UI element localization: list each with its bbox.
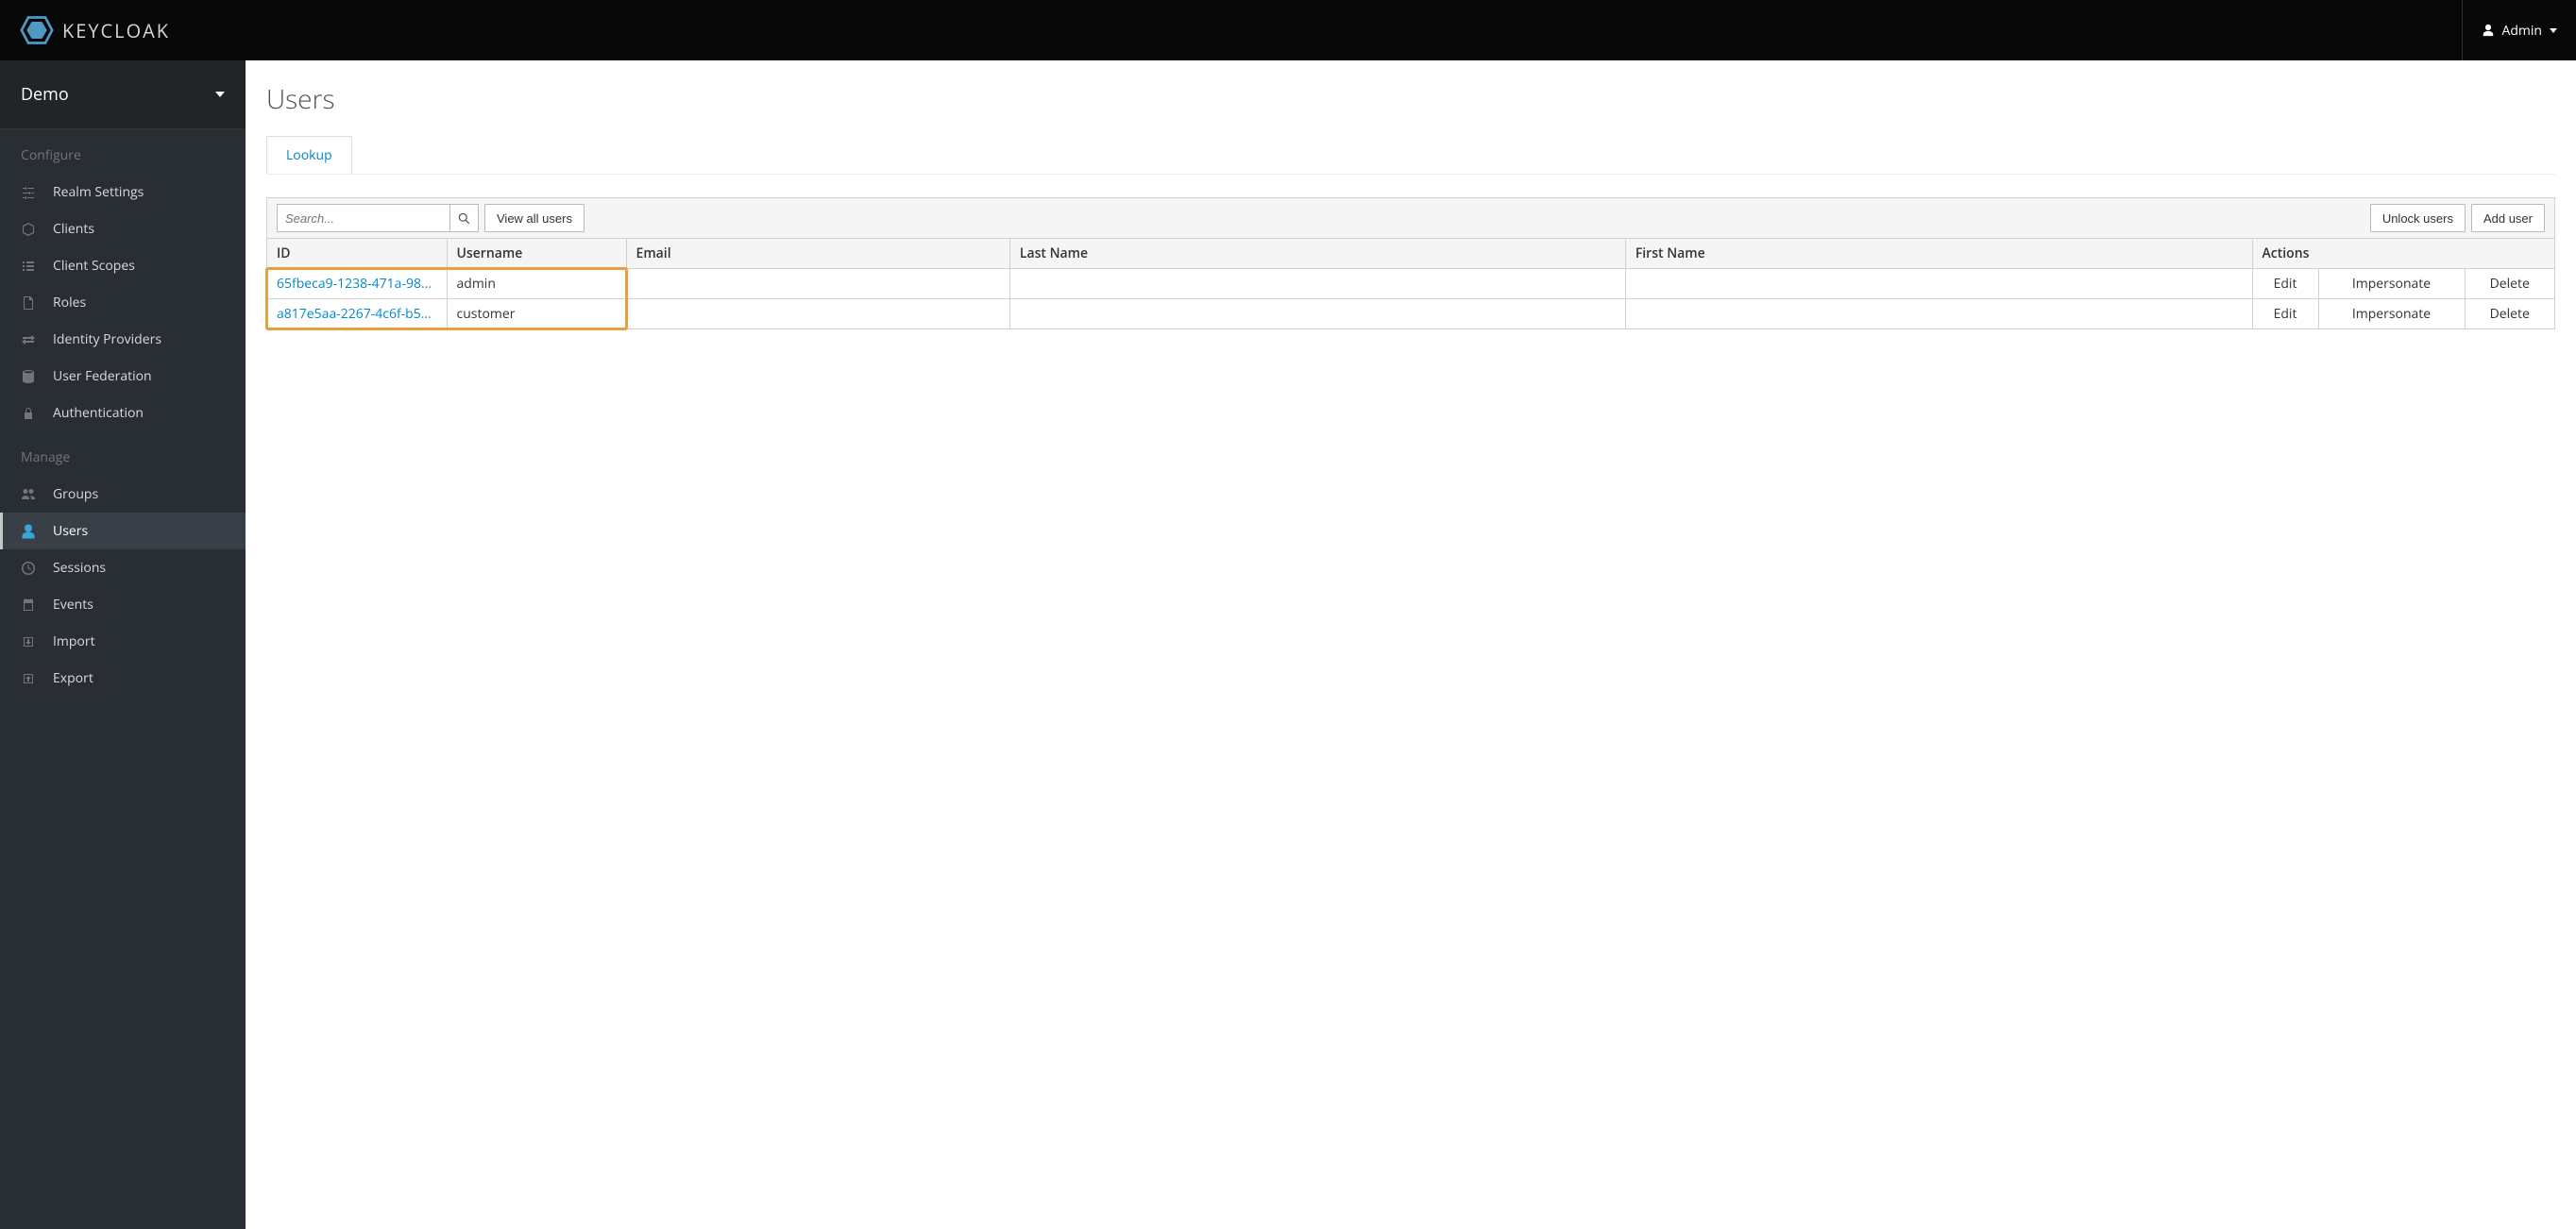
table-header-row: ID Username Email Last Name First Name A… (267, 239, 2554, 269)
sidebar-item-label: Identity Providers (53, 330, 161, 348)
header-email: Email (626, 239, 1009, 269)
unlock-users-button[interactable]: Unlock users (2370, 204, 2466, 232)
sidebar-item-roles[interactable]: Roles (0, 284, 246, 321)
cell-lastname (1009, 269, 1625, 299)
sidebar-item-label: Export (53, 669, 93, 687)
sidebar-item-user-federation[interactable]: User Federation (0, 358, 246, 395)
user-icon (2482, 24, 2495, 37)
sidebar-item-authentication[interactable]: Authentication (0, 395, 246, 431)
search-group (277, 204, 479, 232)
sidebar: Demo Configure Realm Settings Clients Clien… (0, 60, 246, 1229)
users-table: ID Username Email Last Name First Name A… (267, 239, 2554, 328)
cell-email (626, 269, 1009, 299)
user-menu[interactable]: Admin (2462, 0, 2576, 60)
sidebar-item-label: Groups (53, 485, 98, 503)
sidebar-item-label: Events (53, 596, 93, 614)
sidebar-item-import[interactable]: Import (0, 623, 246, 660)
sidebar-item-label: Client Scopes (53, 257, 135, 275)
header-username: Username (447, 239, 626, 269)
edit-action[interactable]: Edit (2252, 269, 2318, 299)
sidebar-item-users[interactable]: Users (0, 513, 246, 549)
sidebar-item-identity-providers[interactable]: Identity Providers (0, 321, 246, 358)
cell-id: a817e5aa-2267-4c6f-b5... (267, 299, 447, 329)
lock-icon (21, 406, 36, 421)
sidebar-item-export[interactable]: Export (0, 660, 246, 697)
search-icon (458, 212, 470, 225)
calendar-icon (21, 598, 36, 613)
exchange-icon (21, 332, 36, 347)
top-header: KEYCLOAK Admin (0, 0, 2576, 60)
header-id: ID (267, 239, 447, 269)
list-icon (21, 259, 36, 274)
sidebar-item-label: Users (53, 522, 88, 540)
user-id-link[interactable]: 65fbeca9-1238-471a-98... (277, 275, 432, 293)
table-row: 65fbeca9-1238-471a-98... admin EditImperso… (267, 269, 2554, 299)
sidebar-item-label: Import (53, 632, 95, 650)
toolbar: View all users Unlock users Add user (267, 198, 2554, 239)
database-icon (21, 369, 36, 384)
main-content: Users Lookup View all users Unlock users… (246, 60, 2576, 1229)
import-icon (21, 634, 36, 649)
tab-lookup[interactable]: Lookup (266, 136, 352, 174)
logo[interactable]: KEYCLOAK (19, 13, 170, 47)
cell-lastname (1009, 299, 1625, 329)
sidebar-item-events[interactable]: Events (0, 586, 246, 623)
realm-selector[interactable]: Demo (0, 60, 246, 129)
users-panel: View all users Unlock users Add user ID … (266, 197, 2555, 329)
export-icon (21, 671, 36, 686)
user-id-link[interactable]: a817e5aa-2267-4c6f-b5... (277, 305, 432, 323)
user-icon (21, 524, 36, 539)
realm-name: Demo (21, 83, 69, 106)
sidebar-item-label: Sessions (53, 559, 106, 577)
sidebar-item-label: User Federation (53, 367, 152, 385)
page-title: Users (266, 81, 2555, 117)
cell-username: customer (447, 299, 626, 329)
header-firstname: First Name (1625, 239, 2252, 269)
sidebar-item-clients[interactable]: Clients (0, 210, 246, 247)
cube-icon (21, 222, 36, 237)
sidebar-item-label: Roles (53, 294, 86, 311)
delete-action[interactable]: Delete (2465, 299, 2554, 329)
cell-firstname (1625, 269, 2252, 299)
table-row: a817e5aa-2267-4c6f-b5... customer EditImpe… (267, 299, 2554, 329)
sidebar-item-sessions[interactable]: Sessions (0, 549, 246, 586)
keycloak-logo-icon (19, 13, 55, 47)
header-lastname: Last Name (1009, 239, 1625, 269)
cell-id: 65fbeca9-1238-471a-98... (267, 269, 447, 299)
header-actions: Actions (2252, 239, 2554, 269)
impersonate-action[interactable]: Impersonate (2318, 299, 2465, 329)
chevron-down-icon (2550, 28, 2557, 33)
impersonate-action[interactable]: Impersonate (2318, 269, 2465, 299)
sidebar-item-client-scopes[interactable]: Client Scopes (0, 247, 246, 284)
sidebar-section-header: Manage (0, 431, 246, 476)
users-icon (21, 487, 36, 502)
chevron-down-icon (215, 92, 225, 97)
sliders-icon (21, 185, 36, 200)
delete-action[interactable]: Delete (2465, 269, 2554, 299)
search-button[interactable] (450, 204, 479, 232)
logo-text: KEYCLOAK (62, 18, 170, 43)
view-all-users-button[interactable]: View all users (484, 204, 585, 232)
cell-email (626, 299, 1009, 329)
edit-action[interactable]: Edit (2252, 299, 2318, 329)
tabs: Lookup (266, 136, 2555, 175)
sidebar-item-groups[interactable]: Groups (0, 476, 246, 513)
sidebar-item-label: Authentication (53, 404, 144, 422)
file-icon (21, 295, 36, 311)
user-name: Admin (2502, 22, 2543, 40)
sidebar-item-label: Clients (53, 220, 94, 238)
cell-firstname (1625, 299, 2252, 329)
cell-username: admin (447, 269, 626, 299)
search-input[interactable] (277, 204, 450, 232)
sidebar-item-label: Realm Settings (53, 183, 144, 201)
sidebar-item-realm-settings[interactable]: Realm Settings (0, 174, 246, 210)
add-user-button[interactable]: Add user (2471, 204, 2545, 232)
clock-icon (21, 561, 36, 576)
sidebar-section-header: Configure (0, 129, 246, 174)
